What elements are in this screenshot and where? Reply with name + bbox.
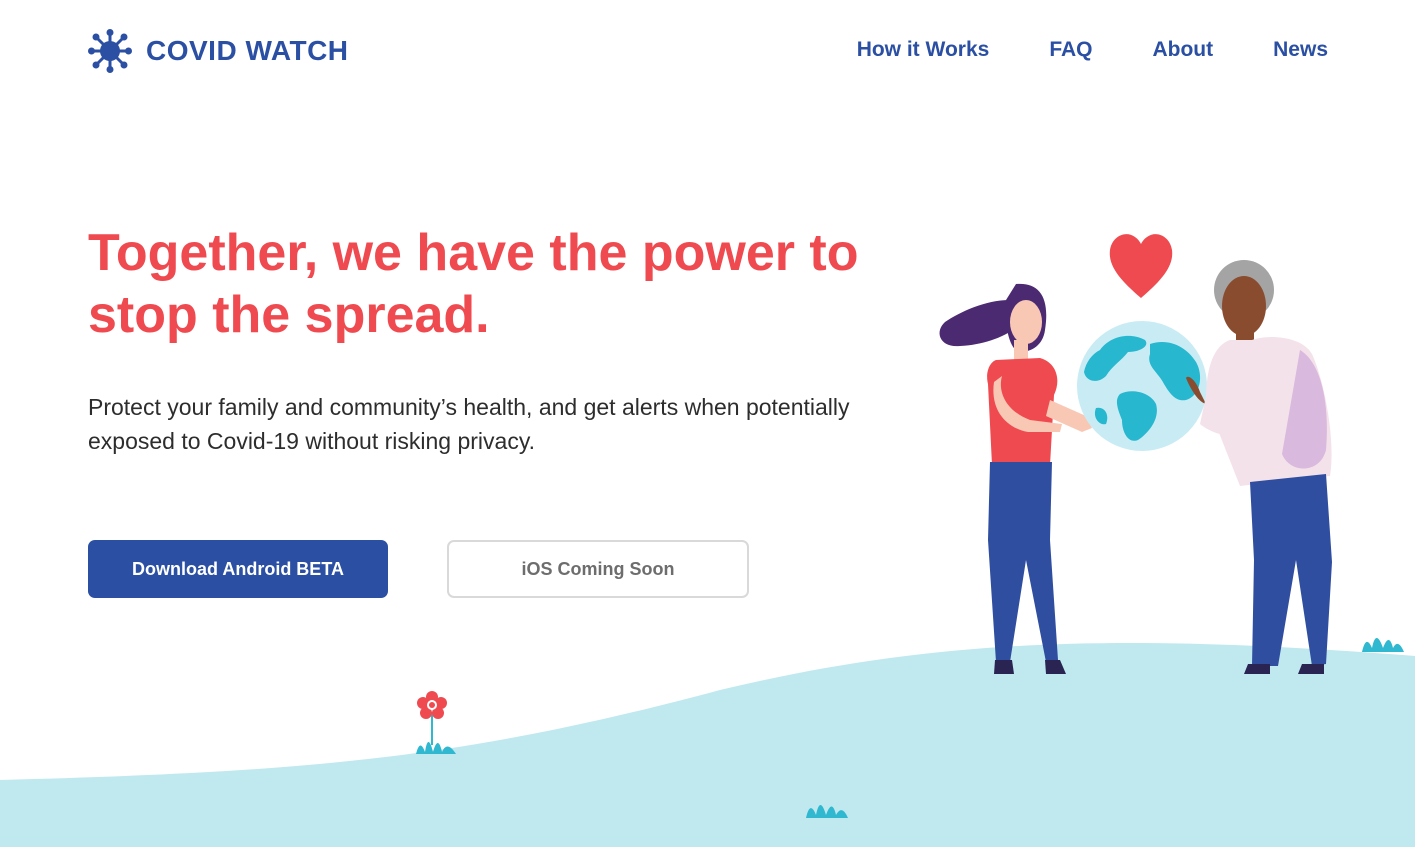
heart-icon xyxy=(1109,234,1173,298)
brand-name: COVID WATCH xyxy=(146,35,349,66)
nav-item-about[interactable]: About xyxy=(1152,38,1213,62)
hero-subtitle: Protect your family and community’s heal… xyxy=(88,394,850,454)
globe-icon xyxy=(1077,321,1207,451)
nav-item-news[interactable]: News xyxy=(1273,38,1328,62)
grass-tuft-bottom xyxy=(806,805,848,818)
woman-figure xyxy=(939,283,1092,674)
nav-item-how-it-works[interactable]: How it Works xyxy=(857,38,990,62)
download-android-beta-button[interactable]: Download Android BETA xyxy=(88,540,388,598)
ios-coming-soon-button[interactable]: iOS Coming Soon xyxy=(447,540,749,598)
download-android-beta-label: Download Android BETA xyxy=(132,558,344,579)
virus-logo-icon xyxy=(88,29,132,73)
brand-logo-link[interactable]: COVID WATCH xyxy=(88,29,349,73)
hero-title: Together, we have the power to stop the … xyxy=(88,224,859,344)
nav-item-faq[interactable]: FAQ xyxy=(1049,38,1092,62)
grass-tuft-right xyxy=(1362,638,1404,652)
main-nav: How it Works FAQ About News xyxy=(857,38,1328,62)
flower-decoration xyxy=(416,691,456,754)
ios-coming-soon-label: iOS Coming Soon xyxy=(521,558,675,579)
ground-hill xyxy=(0,642,1415,847)
man-figure xyxy=(1186,260,1332,674)
